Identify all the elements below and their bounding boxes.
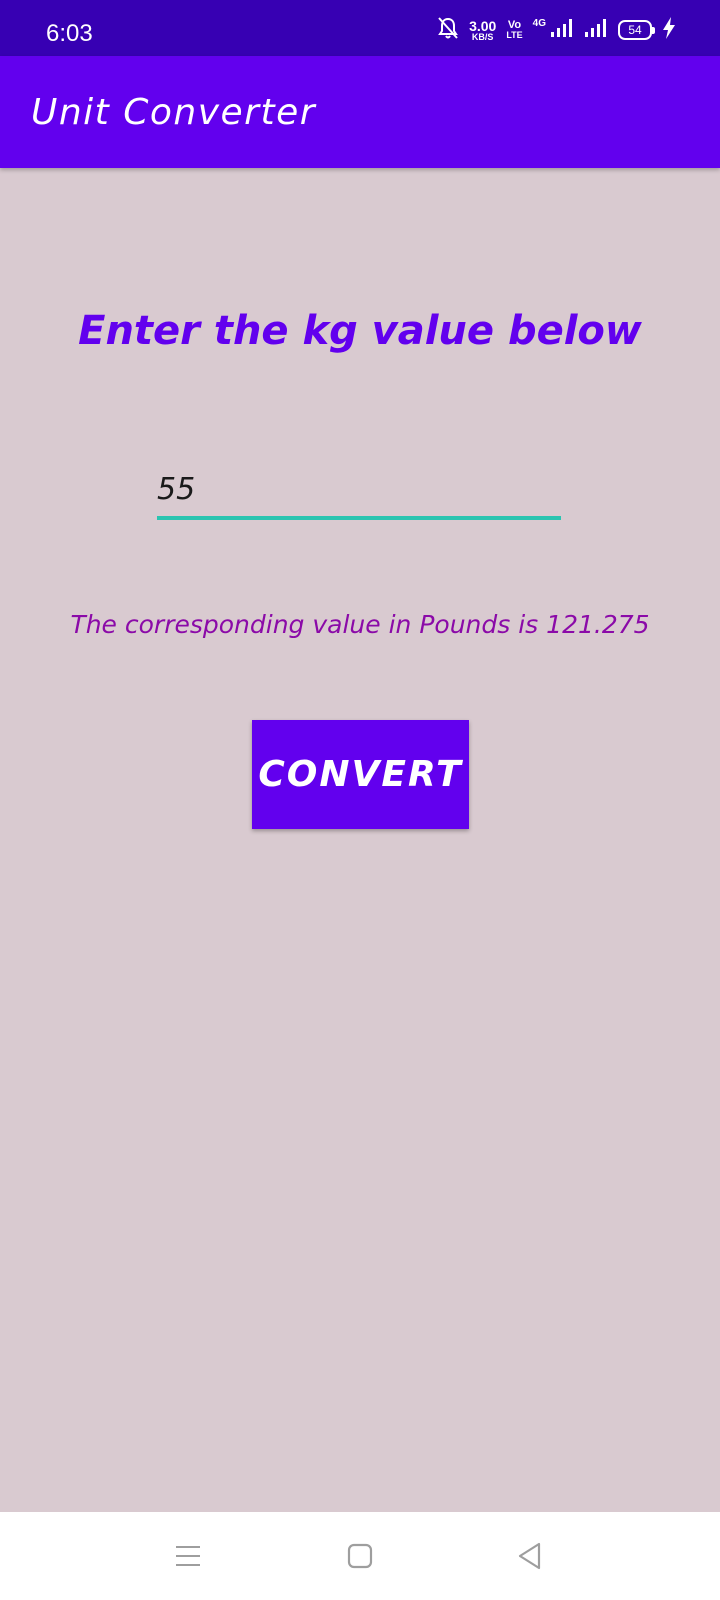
network-type: 4G [532,18,546,29]
status-icons: 3.00 KB/S Vo LTE 4G 54 [437,16,676,44]
result-text: The corresponding value in Pounds is 121… [70,610,650,639]
network-speed: 3.00 KB/S [469,19,496,42]
network-speed-value: 3.00 [469,17,497,34]
charging-icon [662,16,676,44]
signal-icon [550,17,574,43]
kg-input[interactable] [157,468,561,520]
battery-icon: 54 [618,20,655,40]
convert-button[interactable]: CONVERT [252,720,469,829]
page-heading: Enter the kg value below [78,308,642,354]
app-bar: Unit Converter [0,56,720,168]
navigation-bar [0,1512,720,1600]
battery-level: 54 [628,23,642,37]
volte-indicator: Vo LTE [506,20,522,40]
home-square-icon[interactable] [310,1512,410,1600]
network-speed-unit: KB/S [471,31,494,42]
status-bar: 6:03 3.00 KB/S Vo LTE 4G 54 [0,0,720,56]
menu-icon[interactable] [138,1512,238,1600]
bell-off-icon [437,16,459,44]
app-title: Unit Converter [31,92,317,133]
status-time: 6:03 [46,20,93,47]
signal-icon-2 [584,17,608,43]
volte-bottom: LTE [506,30,523,40]
back-triangle-icon[interactable] [480,1512,580,1600]
